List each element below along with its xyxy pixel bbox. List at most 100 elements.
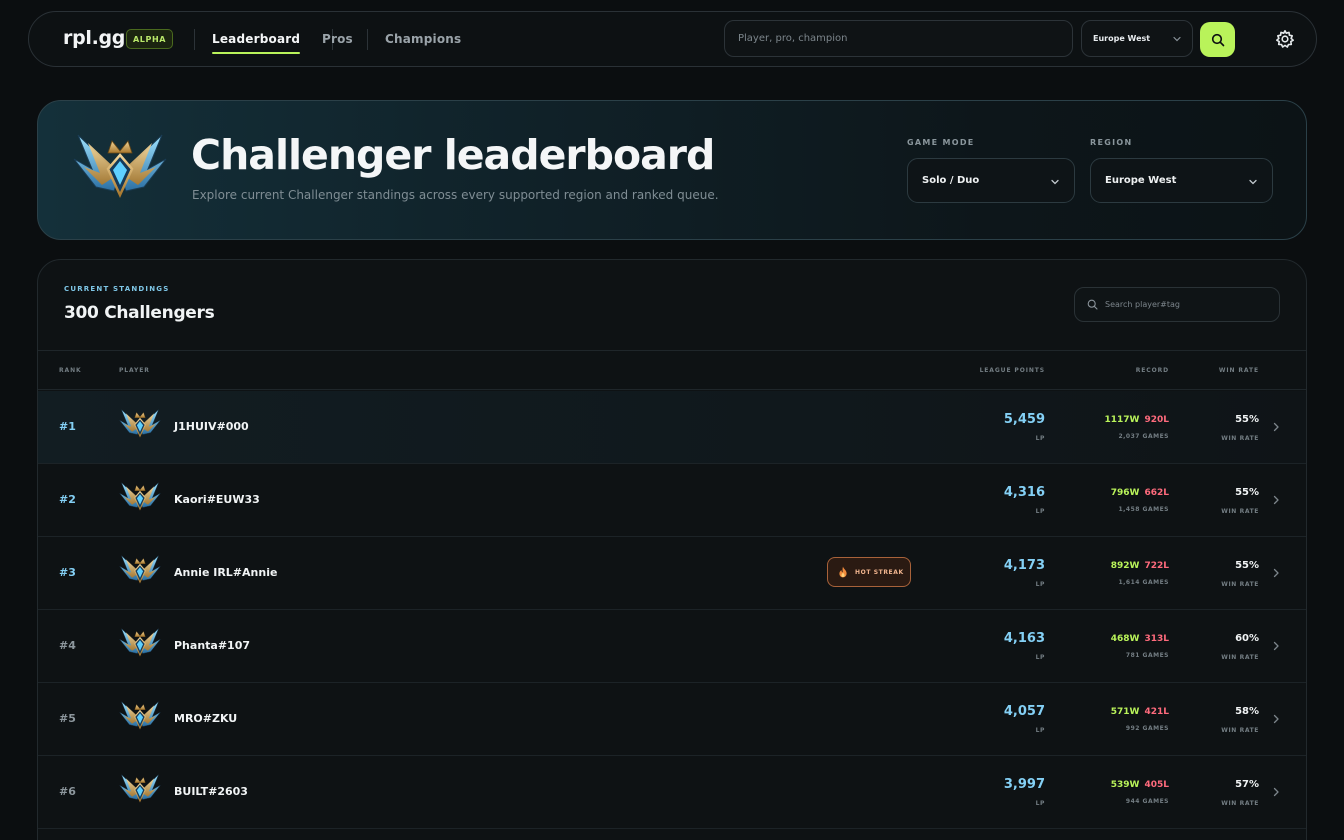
record: 796W 662L bbox=[1111, 488, 1169, 498]
flame-icon bbox=[839, 566, 847, 578]
top-nav: rpl.gg ALPHA Leaderboard Pros Champions … bbox=[28, 11, 1317, 67]
player-name[interactable]: MRO#ZKU bbox=[174, 712, 237, 725]
challenger-count: 300 Challengers bbox=[64, 303, 215, 323]
lp-unit: LP bbox=[1035, 581, 1045, 588]
region-label: REGION bbox=[1090, 138, 1133, 147]
record: 571W 421L bbox=[1111, 707, 1169, 717]
chevron-right-icon[interactable] bbox=[1271, 421, 1281, 433]
page-subtitle: Explore current Challenger standings acr… bbox=[192, 188, 719, 202]
region-filter-value: Europe West bbox=[1105, 175, 1177, 186]
win-rate-unit: WIN RATE bbox=[1221, 727, 1259, 734]
nav-link-pros[interactable]: Pros bbox=[322, 32, 353, 46]
region-select[interactable]: Europe West bbox=[1081, 20, 1193, 57]
rank: #4 bbox=[59, 639, 76, 652]
chevron-right-icon[interactable] bbox=[1271, 713, 1281, 725]
challenger-emblem-icon bbox=[118, 480, 162, 512]
rank: #1 bbox=[59, 420, 76, 433]
wins: 468W bbox=[1110, 634, 1140, 644]
wins: 539W bbox=[1110, 780, 1140, 790]
table-header: RANK PLAYER LEAGUE POINTS RECORD WIN RAT… bbox=[38, 350, 1306, 390]
challenger-emblem-icon bbox=[70, 129, 170, 201]
player-name[interactable]: Kaori#EUW33 bbox=[174, 493, 260, 506]
table-row[interactable]: #1 J1HUIV#000 5,459 LP 1117W 920L 2,037 GAMES 5… bbox=[38, 391, 1306, 464]
win-rate-unit: WIN RATE bbox=[1221, 508, 1259, 515]
page-title: Challenger leaderboard bbox=[191, 131, 715, 179]
chevron-right-icon[interactable] bbox=[1271, 786, 1281, 798]
standings-eyebrow: CURRENT STANDINGS bbox=[64, 285, 170, 293]
games-played: 1,614 GAMES bbox=[1118, 579, 1169, 586]
losses: 313L bbox=[1144, 634, 1169, 644]
losses: 405L bbox=[1144, 780, 1169, 790]
chevron-right-icon[interactable] bbox=[1271, 494, 1281, 506]
challenger-emblem-icon bbox=[118, 772, 162, 804]
col-rank: RANK bbox=[59, 367, 82, 374]
game-mode-value: Solo / Duo bbox=[922, 175, 980, 186]
league-points: 4,163 bbox=[1003, 631, 1045, 646]
player-name[interactable]: J1HUIV#000 bbox=[174, 420, 249, 433]
losses: 722L bbox=[1144, 561, 1169, 571]
logo[interactable]: rpl.gg bbox=[63, 27, 125, 49]
chevron-right-icon[interactable] bbox=[1271, 567, 1281, 579]
col-league-points: LEAGUE POINTS bbox=[979, 367, 1045, 374]
losses: 920L bbox=[1144, 415, 1169, 425]
losses: 662L bbox=[1144, 488, 1169, 498]
win-rate-unit: WIN RATE bbox=[1221, 800, 1259, 807]
win-rate: 60% bbox=[1235, 633, 1259, 644]
challenger-emblem-icon bbox=[118, 407, 162, 439]
rank: #2 bbox=[59, 493, 76, 506]
table-row[interactable]: #2 Kaori#EUW33 4,316 LP 796W 662L 1,458 GAMES 5… bbox=[38, 464, 1306, 537]
chevron-right-icon[interactable] bbox=[1271, 640, 1281, 652]
games-played: 992 GAMES bbox=[1125, 725, 1169, 732]
player-name[interactable]: Phanta#107 bbox=[174, 639, 250, 652]
player-search[interactable] bbox=[1074, 287, 1280, 322]
win-rate-unit: WIN RATE bbox=[1221, 435, 1259, 442]
search-icon bbox=[1087, 299, 1098, 310]
table-row[interactable]: #3 Annie IRL#Annie HOT STREAK 4,173 LP 892W 72… bbox=[38, 537, 1306, 610]
rank: #3 bbox=[59, 566, 76, 579]
region-select-value: Europe West bbox=[1093, 34, 1151, 43]
chevron-down-icon bbox=[1173, 36, 1181, 42]
lp-unit: LP bbox=[1035, 727, 1045, 734]
win-rate: 57% bbox=[1235, 779, 1259, 790]
win-rate: 55% bbox=[1235, 487, 1259, 498]
player-search-input[interactable] bbox=[1105, 288, 1275, 321]
challenger-emblem-icon bbox=[118, 626, 162, 658]
col-win-rate: WIN RATE bbox=[1218, 367, 1259, 374]
search-button[interactable] bbox=[1200, 22, 1235, 57]
wins: 796W bbox=[1110, 488, 1140, 498]
alpha-badge: ALPHA bbox=[126, 29, 174, 49]
gear-icon[interactable] bbox=[1275, 29, 1295, 49]
nav-link-champions[interactable]: Champions bbox=[385, 32, 461, 46]
games-played: 781 GAMES bbox=[1125, 652, 1169, 659]
win-rate: 55% bbox=[1235, 414, 1259, 425]
win-rate: 55% bbox=[1235, 560, 1259, 571]
nav-divider bbox=[367, 29, 368, 50]
league-points: 4,316 bbox=[1003, 485, 1045, 500]
wins: 571W bbox=[1110, 707, 1140, 717]
global-search-input[interactable] bbox=[724, 20, 1073, 57]
standings-card: CURRENT STANDINGS 300 Challengers RANK P… bbox=[37, 259, 1307, 840]
table-row[interactable]: #6 BUILT#2603 3,997 LP 539W 405L 944 GAMES 57% W… bbox=[38, 756, 1306, 829]
chevron-down-icon bbox=[1051, 179, 1059, 185]
region-filter-select[interactable]: Europe West bbox=[1090, 158, 1273, 203]
search-icon bbox=[1211, 33, 1224, 46]
nav-link-leaderboard[interactable]: Leaderboard bbox=[212, 32, 301, 54]
hero-banner: Challenger leaderboard Explore current C… bbox=[37, 100, 1307, 240]
player-name[interactable]: BUILT#2603 bbox=[174, 785, 248, 798]
lp-unit: LP bbox=[1035, 508, 1045, 515]
lp-unit: LP bbox=[1035, 800, 1045, 807]
table-row[interactable]: #5 MRO#ZKU 4,057 LP 571W 421L 992 GAMES 58% WIN … bbox=[38, 683, 1306, 756]
record: 892W 722L bbox=[1111, 561, 1169, 571]
win-rate-unit: WIN RATE bbox=[1221, 581, 1259, 588]
game-mode-select[interactable]: Solo / Duo bbox=[907, 158, 1075, 203]
player-name[interactable]: Annie IRL#Annie bbox=[174, 566, 277, 579]
col-record: RECORD bbox=[1135, 367, 1169, 374]
league-points: 4,057 bbox=[1003, 704, 1045, 719]
wins: 892W bbox=[1110, 561, 1140, 571]
record: 539W 405L bbox=[1111, 780, 1169, 790]
games-played: 2,037 GAMES bbox=[1118, 433, 1169, 440]
table-row[interactable]: #4 Phanta#107 4,163 LP 468W 313L 781 GAMES 60% W… bbox=[38, 610, 1306, 683]
wins: 1117W bbox=[1104, 415, 1140, 425]
games-played: 944 GAMES bbox=[1125, 798, 1169, 805]
chevron-down-icon bbox=[1249, 179, 1257, 185]
